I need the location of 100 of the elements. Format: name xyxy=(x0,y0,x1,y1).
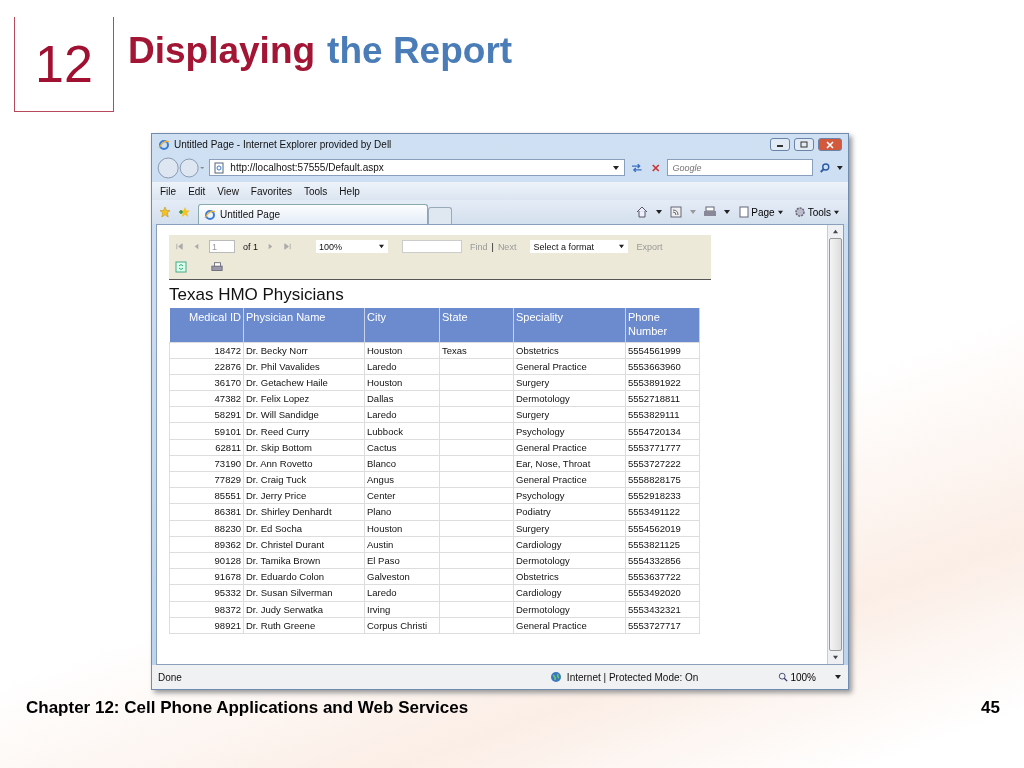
format-dropdown[interactable]: Select a format xyxy=(530,240,629,253)
table-cell: 5554562019 xyxy=(625,520,700,537)
table-cell: 98372 xyxy=(169,601,244,618)
table-cell: Dermotology xyxy=(513,601,626,618)
table-cell: General Practice xyxy=(513,439,626,456)
address-field[interactable]: http://localhost:57555/Default.aspx xyxy=(209,159,626,176)
table-cell: Cactus xyxy=(364,439,440,456)
menu-item[interactable]: Tools xyxy=(304,185,328,197)
close-button[interactable] xyxy=(818,138,842,151)
table-cell: General Practice xyxy=(513,617,626,634)
slide-title: Displaying xyxy=(128,29,316,72)
dropdown-caret-icon[interactable] xyxy=(612,164,621,171)
browser-tab[interactable]: Untitled Page xyxy=(198,204,428,224)
star-icon[interactable] xyxy=(158,206,172,218)
slide-footer: Chapter 12: Cell Phone Applications and Web Services xyxy=(26,698,469,768)
table-cell: Texas xyxy=(439,342,514,359)
table-cell: Plano xyxy=(364,503,440,521)
scroll-up-icon[interactable] xyxy=(832,229,839,234)
table-cell: 47382 xyxy=(169,390,244,407)
table-cell: 5553637722 xyxy=(625,568,700,585)
caret-icon xyxy=(833,209,840,215)
table-cell: Dr. Craig Tuck xyxy=(243,471,365,488)
zoom-dropdown[interactable]: 100% xyxy=(316,240,388,253)
page-icon xyxy=(214,161,225,174)
table-cell: Obstetrics xyxy=(513,568,626,585)
table-cell: 88230 xyxy=(169,520,244,537)
table-cell: Psychology xyxy=(513,422,626,440)
refresh-icon[interactable] xyxy=(630,161,644,174)
table-cell: 5554720134 xyxy=(625,422,700,440)
search-field[interactable]: Google xyxy=(667,159,813,176)
first-page-icon[interactable] xyxy=(175,242,184,251)
table-cell: Cardiology xyxy=(513,536,626,553)
table-cell: Angus xyxy=(364,471,440,488)
zoom-button[interactable]: 100% xyxy=(772,670,822,684)
table-cell: Laredo xyxy=(364,358,440,375)
refresh-icon[interactable] xyxy=(175,260,187,273)
previous-page-icon[interactable] xyxy=(192,242,201,251)
table-cell: Dallas xyxy=(364,390,440,407)
dropdown-caret-icon[interactable] xyxy=(723,209,732,215)
table-cell: Houston xyxy=(364,520,440,537)
table-cell: 5553891922 xyxy=(625,374,700,391)
table-cell: 5553492020 xyxy=(625,584,700,601)
page-menu-button[interactable]: Page xyxy=(737,206,786,218)
find-field[interactable] xyxy=(402,240,462,253)
add-star-icon[interactable] xyxy=(178,206,192,218)
table-cell: Dr. Judy Serwatka xyxy=(243,601,365,618)
table-cell: Surgery xyxy=(513,520,626,537)
home-icon[interactable] xyxy=(635,206,650,218)
table-cell: Psychology xyxy=(513,487,626,504)
menu-item[interactable]: Favorites xyxy=(250,185,292,197)
print-icon[interactable] xyxy=(703,206,718,218)
table-cell: Dr. Becky Norr xyxy=(243,342,365,359)
table-cell: 89362 xyxy=(169,536,244,553)
back-forward-icon[interactable] xyxy=(156,156,205,179)
table-cell: Dr. Reed Curry xyxy=(243,422,365,440)
menu-item[interactable]: File xyxy=(160,185,177,197)
table-cell: Dr. Felix Lopez xyxy=(243,390,365,407)
table-cell: 95332 xyxy=(169,584,244,601)
menu-item[interactable]: Edit xyxy=(188,185,206,197)
caret-icon xyxy=(378,244,385,249)
chapter-number: 12 xyxy=(14,17,114,112)
table-cell: 62811 xyxy=(169,439,244,456)
table-cell: Lubbock xyxy=(364,422,440,440)
search-icon[interactable] xyxy=(817,161,832,174)
browser-logo-icon xyxy=(204,208,216,221)
scroll-thumb[interactable] xyxy=(829,238,842,651)
dropdown-caret-icon[interactable] xyxy=(834,674,842,680)
minimize-button[interactable] xyxy=(770,138,790,151)
last-page-icon[interactable] xyxy=(283,242,292,251)
table-cell: Dr. Jerry Price xyxy=(243,487,365,504)
column-header: Medical ID xyxy=(169,308,244,342)
caret-icon xyxy=(776,209,784,215)
status-text: Done xyxy=(158,671,182,683)
menu-item[interactable]: View xyxy=(217,185,239,197)
table-cell: 5553491122 xyxy=(625,503,700,521)
table-cell: 91678 xyxy=(169,568,244,585)
gear-icon xyxy=(793,206,806,218)
scrollbar[interactable] xyxy=(827,225,843,664)
table-cell: 58291 xyxy=(169,406,244,423)
table-cell: 5553771777 xyxy=(625,439,700,456)
table-cell: 73190 xyxy=(169,455,244,472)
print-icon[interactable] xyxy=(211,260,223,273)
security-zone: Internet | Protected Mode: On xyxy=(566,671,699,683)
page-count: of 1 xyxy=(243,241,258,252)
table-cell: Irving xyxy=(364,601,440,618)
tools-menu-button[interactable]: Tools xyxy=(791,206,842,218)
dropdown-caret-icon[interactable] xyxy=(836,164,844,171)
table-cell: General Practice xyxy=(513,358,626,375)
next-page-icon[interactable] xyxy=(266,242,275,251)
page-number: 45 xyxy=(981,698,1000,719)
table-cell: Surgery xyxy=(513,374,626,391)
scroll-down-icon[interactable] xyxy=(832,655,839,660)
slide-title: the Report xyxy=(327,29,513,72)
table-cell: 5553432321 xyxy=(625,601,700,618)
table-cell: Surgery xyxy=(513,406,626,423)
page-icon xyxy=(739,206,750,218)
new-tab-button[interactable] xyxy=(428,207,452,224)
feed-icon[interactable] xyxy=(669,206,684,218)
dropdown-caret-icon[interactable] xyxy=(655,209,664,215)
menu-item[interactable]: Help xyxy=(339,185,360,197)
